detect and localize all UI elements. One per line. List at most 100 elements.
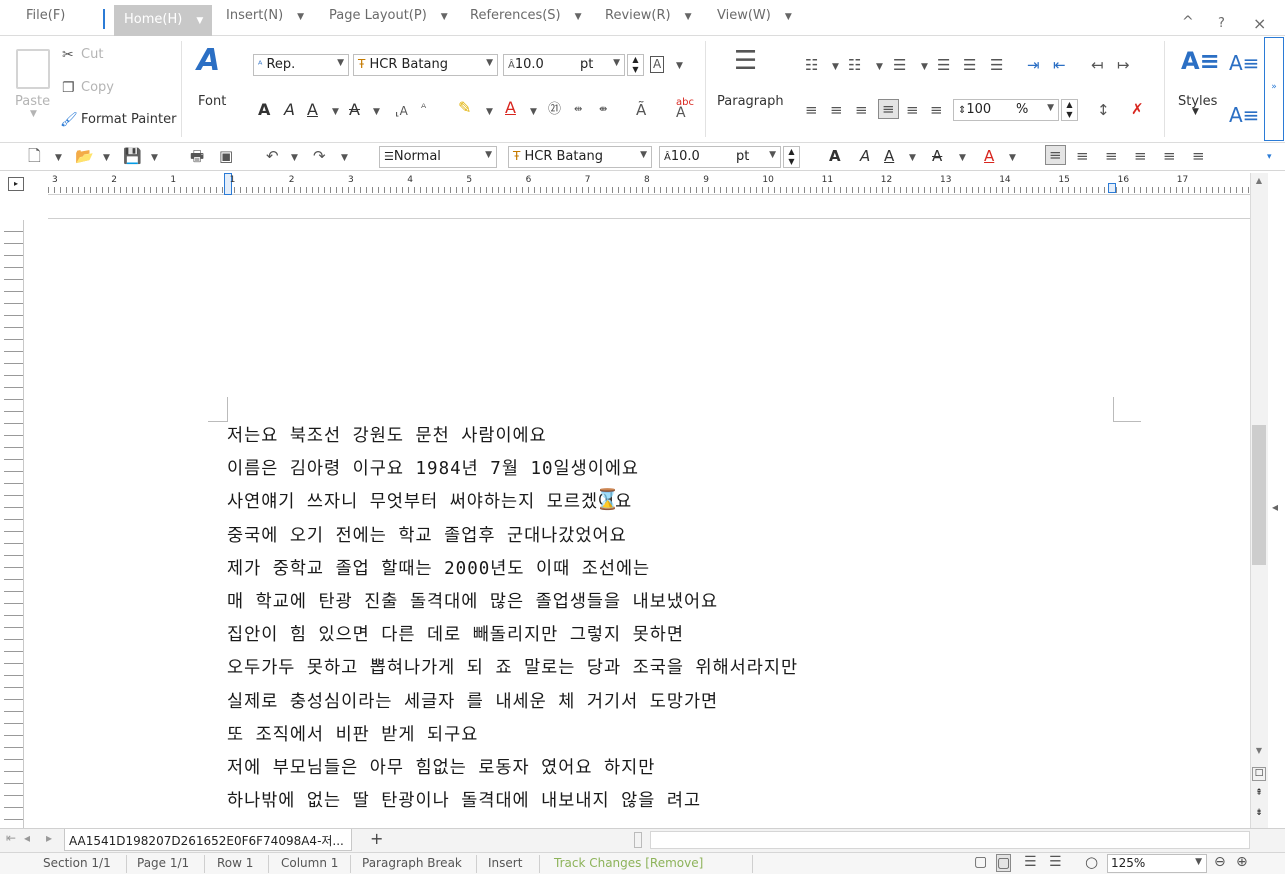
align-justify-icon[interactable]: ≡ bbox=[1045, 145, 1066, 165]
chevron-down-icon[interactable]: ▼ bbox=[103, 149, 110, 167]
select-browse-object-icon[interactable]: □ bbox=[1252, 767, 1266, 781]
bullet-list-icon[interactable]: ☷ bbox=[805, 56, 818, 74]
tab-splitter[interactable] bbox=[634, 832, 642, 848]
line-spacing-spinner[interactable]: ▲ ▼ bbox=[1061, 99, 1078, 121]
menu-view[interactable]: View(W) ▼ bbox=[717, 8, 792, 23]
document-tab[interactable]: AA1541D198207D261652E0F6F74098A4-저... bbox=[64, 829, 352, 851]
right-indent-marker[interactable] bbox=[1108, 183, 1116, 193]
menu-insert[interactable]: Insert(N) ▼ bbox=[226, 8, 304, 23]
multilevel-list-icon[interactable]: ☰ bbox=[893, 56, 906, 74]
document-line[interactable]: 실제로 충성심이라는 세글자 를 내세운 체 거기서 도망가면 bbox=[227, 688, 798, 721]
zoom-search-icon[interactable]: ○ bbox=[1085, 853, 1098, 871]
distribute-icon[interactable]: ≡ bbox=[1163, 147, 1176, 165]
line-spacing-combo[interactable]: ⇕100% ▼ bbox=[953, 99, 1059, 121]
toolbar-size-combo[interactable]: Â10.0 pt ▼ bbox=[659, 146, 781, 168]
zoom-combo[interactable]: 125% ▼ bbox=[1107, 854, 1207, 873]
zoom-out-icon[interactable]: ⊖ bbox=[1214, 854, 1226, 870]
view-outline-icon[interactable]: ☰ bbox=[1024, 854, 1037, 870]
char-border-icon[interactable]: A bbox=[650, 56, 665, 73]
clear-formatting-icon[interactable]: ✗ bbox=[1131, 100, 1144, 118]
language-combo[interactable]: ᴬ Rep. ▼ bbox=[253, 54, 349, 76]
chevron-down-icon[interactable]: ▼ bbox=[441, 12, 448, 22]
status-insert-mode[interactable]: Insert bbox=[488, 856, 522, 870]
decrease-level-icon[interactable]: ☰ bbox=[937, 56, 950, 74]
ribbon-expand-button[interactable]: » bbox=[1264, 37, 1284, 141]
menu-references[interactable]: References(S) ▼ bbox=[470, 8, 582, 23]
scrollbar-thumb[interactable] bbox=[1252, 425, 1266, 565]
align-left-icon[interactable]: ≡ bbox=[830, 101, 843, 119]
chevron-down-icon[interactable]: ▼ bbox=[676, 57, 683, 75]
document-line[interactable]: 이름은 김아령 이구요 1984년 7월 10일생이에요 bbox=[227, 455, 798, 488]
font-size-spinner[interactable]: ▲ ▼ bbox=[627, 54, 644, 76]
open-folder-icon[interactable]: 📂 bbox=[75, 147, 94, 165]
document-line[interactable]: 집안이 힘 있으면 다른 데로 빼돌리지만 그렇지 못하면 bbox=[227, 621, 798, 654]
toolbar-more-icon[interactable]: ▾ bbox=[1267, 148, 1272, 166]
chevron-down-icon[interactable]: ▼ bbox=[1192, 107, 1199, 117]
bold-icon[interactable]: A bbox=[258, 101, 270, 119]
document-line[interactable]: 사연얘기 쓰자니 무엇부터 써야하는지 모르겠어요 bbox=[227, 488, 798, 521]
align-center-icon[interactable]: ≡ bbox=[855, 101, 868, 119]
char-width-shrink-icon[interactable]: ⇼ bbox=[599, 101, 607, 119]
chevron-down-icon[interactable]: ▼ bbox=[909, 149, 916, 167]
toolbar-font-combo[interactable]: Ŧ HCR Batang ▼ bbox=[508, 146, 652, 168]
bold-icon[interactable]: A bbox=[829, 147, 841, 165]
document-body[interactable]: 저는요 북조선 강원도 문천 사람이에요 이름은 김아령 이구요 1984년 7월… bbox=[227, 422, 798, 820]
font-color-icon[interactable]: A bbox=[984, 147, 994, 165]
chevron-down-icon[interactable]: ▼ bbox=[1009, 149, 1016, 167]
align-right-icon[interactable]: ≡ bbox=[1134, 147, 1147, 165]
split-distribute-icon[interactable]: ≡ bbox=[930, 101, 943, 119]
help-icon[interactable]: ? bbox=[1218, 16, 1225, 31]
chevron-down-icon[interactable]: ▼ bbox=[373, 103, 380, 121]
font-color-icon[interactable]: A bbox=[505, 99, 516, 117]
format-painter-button[interactable]: Format Painter bbox=[81, 112, 176, 127]
prev-page-icon[interactable]: ⇞ bbox=[1252, 788, 1266, 802]
paragraph-icon[interactable]: ☰ bbox=[734, 45, 757, 77]
font-group-label[interactable]: Font bbox=[198, 94, 226, 109]
status-section[interactable]: Section 1/1 bbox=[43, 856, 111, 870]
chevron-down-icon[interactable]: ▼ bbox=[30, 109, 37, 119]
document-line[interactable]: 매 학교에 탄광 진출 돌격대에 많은 졸업생들을 내보냈어요 bbox=[227, 588, 798, 621]
align-right-icon[interactable]: ≡ bbox=[878, 99, 899, 119]
increase-level-icon[interactable]: ☰ bbox=[963, 56, 976, 74]
chevron-down-icon[interactable]: ▼ bbox=[785, 12, 792, 22]
chevron-down-icon[interactable]: ▼ bbox=[332, 103, 339, 121]
status-paragraph-break[interactable]: Paragraph Break bbox=[362, 856, 462, 870]
style-add-icon[interactable]: A≡ bbox=[1229, 47, 1259, 79]
right-indent-icon[interactable]: ↦ bbox=[1117, 56, 1130, 74]
ruler-tab-selector[interactable]: ▸ bbox=[8, 177, 24, 191]
toolbar-size-spinner[interactable]: ▲ ▼ bbox=[783, 146, 800, 168]
print-icon[interactable]: 🖶 bbox=[190, 147, 204, 165]
chevron-down-icon[interactable]: ▼ bbox=[959, 149, 966, 167]
close-icon[interactable]: × bbox=[1253, 14, 1266, 33]
new-document-icon[interactable]: 🗋 bbox=[28, 147, 41, 165]
chevron-down-icon[interactable]: ▼ bbox=[921, 58, 928, 76]
italic-icon[interactable]: A bbox=[860, 147, 870, 165]
status-column[interactable]: Column 1 bbox=[281, 856, 338, 870]
copy-button[interactable]: Copy bbox=[81, 80, 114, 95]
style-edit-icon[interactable]: A≡ bbox=[1229, 99, 1259, 131]
strikethrough-icon[interactable]: A bbox=[349, 101, 360, 119]
status-row[interactable]: Row 1 bbox=[217, 856, 253, 870]
spellcheck-icon[interactable]: abc A bbox=[676, 97, 694, 120]
menu-page-layout[interactable]: Page Layout(P) ▼ bbox=[329, 8, 448, 23]
align-justify-icon[interactable]: ≡ bbox=[805, 101, 818, 119]
increase-indent-icon[interactable]: ⇥ bbox=[1027, 56, 1040, 74]
redo-icon[interactable]: ↷ bbox=[313, 147, 326, 165]
tab-prev-icon[interactable]: ◂ bbox=[24, 831, 30, 845]
superscript-icon[interactable]: ᴬ bbox=[421, 99, 426, 117]
menu-review[interactable]: Review(R) ▼ bbox=[605, 8, 691, 23]
split-distribute-icon[interactable]: ≡ bbox=[1192, 147, 1205, 165]
chevron-down-icon[interactable]: ▼ bbox=[291, 149, 298, 167]
view-page-icon[interactable]: ▢ bbox=[996, 854, 1012, 872]
scroll-up-arrow[interactable]: ▲ bbox=[1252, 176, 1266, 190]
underline-icon[interactable]: A bbox=[307, 101, 318, 119]
chevron-down-icon[interactable]: ▼ bbox=[55, 149, 62, 167]
paste-icon[interactable] bbox=[16, 49, 50, 89]
document-line[interactable]: 또 조직에서 비판 받게 되구요 bbox=[227, 721, 798, 754]
chevron-down-icon[interactable]: ▼ bbox=[486, 103, 493, 121]
chevron-down-icon[interactable]: ▼ bbox=[685, 12, 692, 22]
document-line[interactable]: 저에 부모님들은 아무 힘없는 로동자 였어요 하지만 bbox=[227, 754, 798, 787]
decrease-indent-icon[interactable]: ⇤ bbox=[1053, 56, 1066, 74]
char-width-expand-icon[interactable]: ⇹ bbox=[574, 101, 582, 119]
font-combo[interactable]: Ŧ HCR Batang ▼ bbox=[353, 54, 498, 76]
